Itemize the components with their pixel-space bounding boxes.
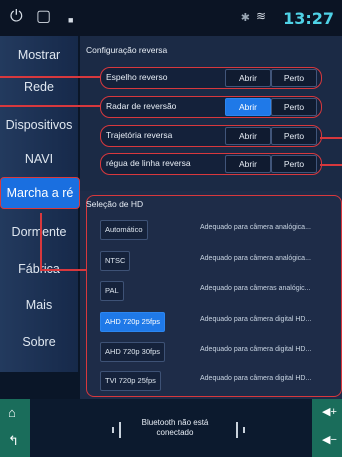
reverse-mirror-close-button[interactable]: Perto	[271, 69, 317, 87]
media-icon: ■	[68, 15, 74, 25]
reverse-mirror-open-button[interactable]: Abrir	[225, 69, 271, 87]
reverse-ruler-row: régua de linha reversa Abrir Perto	[100, 153, 322, 175]
sidebar-item-marcha-a-re[interactable]: Marcha a ré	[0, 177, 80, 209]
hd-option-label[interactable]: Automático	[100, 220, 148, 240]
hd-option-automatico[interactable]: Automático Adequado para câmera analógic…	[100, 220, 336, 240]
sidebar-item-mais[interactable]: Mais	[0, 290, 78, 320]
audio-level-bar	[112, 427, 114, 433]
bluetooth-status[interactable]: Bluetooth não está conectado	[130, 418, 220, 438]
reverse-radar-row: Radar de reversão Abrir Perto	[100, 96, 322, 118]
reverse-radar-label: Radar de reversão	[106, 101, 177, 111]
right-nav-strip: ◀+ ◀−	[312, 399, 342, 457]
reverse-trajectory-open-button[interactable]: Abrir	[225, 127, 271, 145]
sidebar-item-mostrar[interactable]: Mostrar	[0, 40, 78, 70]
bluetooth-icon: ✱	[240, 12, 250, 24]
hd-option-desc: Adequado para câmera analógica...	[200, 224, 311, 231]
hd-option-tvi-720p-25fps[interactable]: TVI 720p 25fps Adequado para câmera digi…	[100, 371, 336, 391]
clock: 13:27	[283, 9, 334, 28]
reverse-trajectory-label: Trajetória reversa	[106, 130, 173, 140]
audio-level-bar	[119, 422, 121, 438]
hd-option-desc: Adequado para câmera digital HD...	[200, 346, 312, 353]
reverse-ruler-label: régua de linha reversa	[106, 158, 191, 168]
hd-option-desc: Adequado para câmeras analógic...	[200, 285, 311, 292]
reverse-ruler-open-button[interactable]: Abrir	[225, 155, 271, 173]
reverse-mirror-row: Espelho reverso Abrir Perto	[100, 67, 322, 89]
hd-selection-panel: Seleção de HD Automático Adequado para c…	[80, 191, 342, 399]
hd-option-label[interactable]: NTSC	[100, 251, 131, 271]
power-icon[interactable]: ⏻	[10, 9, 23, 25]
reverse-radar-open-button[interactable]: Abrir	[225, 98, 271, 116]
bluetooth-status-line2: conectado	[156, 428, 194, 437]
bottom-bar: ⌂ ↰ Bluetooth não está conectado ◀+ ◀−	[0, 399, 342, 457]
reverse-ruler-close-button[interactable]: Perto	[271, 155, 317, 173]
callout-line	[40, 213, 42, 270]
hd-option-desc: Adequado para câmera analógica...	[200, 255, 311, 262]
status-bar: ⏻ ▢ ■ ✱ ≋ 13:27	[0, 0, 342, 36]
hd-option-ntsc[interactable]: NTSC Adequado para câmera analógica...	[100, 251, 336, 271]
hd-option-label[interactable]: PAL	[100, 281, 124, 301]
sidebar-item-navi[interactable]: NAVI	[0, 144, 78, 174]
sidebar-item-dispositivos[interactable]: Dispositivos	[0, 110, 78, 140]
sidebar-item-sobre[interactable]: Sobre	[0, 327, 78, 357]
reverse-trajectory-row: Trajetória reversa Abrir Perto	[100, 125, 322, 147]
reverse-mirror-label: Espelho reverso	[106, 72, 168, 82]
callout-line	[40, 269, 86, 271]
wifi-icon: ≋	[255, 9, 266, 23]
reverse-radar-close-button[interactable]: Perto	[271, 98, 317, 116]
hd-option-label[interactable]: AHD 720p 30fps	[100, 342, 166, 362]
left-nav-strip: ⌂ ↰	[0, 399, 30, 457]
callout-line	[320, 164, 342, 166]
hd-option-ahd-720p-30fps[interactable]: AHD 720p 30fps Adequado para câmera digi…	[100, 342, 336, 362]
hd-option-label[interactable]: TVI 720p 25fps	[100, 371, 161, 391]
callout-line	[0, 105, 100, 107]
hd-option-desc: Adequado para câmera digital HD...	[200, 375, 312, 382]
callout-line	[0, 76, 100, 78]
settings-sidebar: Mostrar Rede Dispositivos NAVI Marcha a …	[0, 36, 80, 372]
volume-down-icon[interactable]: ◀−	[322, 433, 337, 446]
hd-section-title: Seleção de HD	[86, 199, 144, 209]
hd-option-label[interactable]: AHD 720p 25fps	[100, 312, 166, 332]
back-icon[interactable]: ↰	[8, 433, 19, 449]
audio-level-bar	[236, 422, 238, 438]
window-icon[interactable]: ▢	[36, 9, 51, 25]
volume-up-icon[interactable]: ◀+	[322, 405, 337, 418]
sidebar-item-dormente[interactable]: Dormente	[0, 217, 78, 247]
audio-level-bar	[243, 427, 245, 433]
reverse-section-title: Configuração reversa	[86, 45, 168, 55]
home-icon[interactable]: ⌂	[8, 405, 16, 420]
reverse-trajectory-close-button[interactable]: Perto	[271, 127, 317, 145]
hd-option-pal[interactable]: PAL Adequado para câmeras analógic...	[100, 281, 336, 301]
hd-option-desc: Adequado para câmera digital HD...	[200, 316, 312, 323]
bluetooth-status-line1: Bluetooth não está	[141, 418, 209, 427]
callout-line	[320, 137, 342, 139]
hd-option-ahd-720p-25fps[interactable]: AHD 720p 25fps Adequado para câmera digi…	[100, 312, 336, 332]
